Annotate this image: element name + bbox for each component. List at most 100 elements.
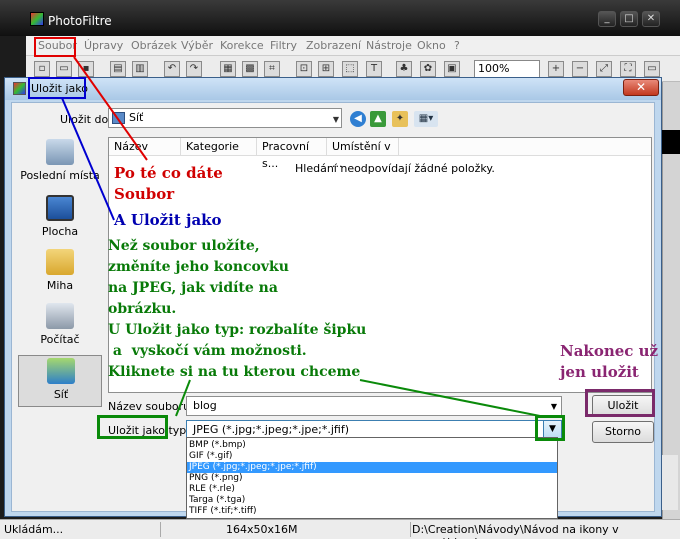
annotation-green-line-4: obrázku.: [108, 301, 177, 317]
annotation-green-line-2: změníte jeho koncovku: [108, 259, 289, 275]
new-file-icon[interactable]: ▫: [34, 61, 50, 77]
place-network[interactable]: Síť: [18, 355, 102, 407]
open-folder-icon[interactable]: ▭: [56, 61, 72, 77]
location-value: Síť: [129, 111, 144, 124]
dialog-close-button[interactable]: ✕: [623, 79, 659, 96]
user-folder-icon: [46, 249, 74, 275]
annotation-green-line-5: U Uložit jako typ: rozbalíte šipku: [108, 322, 367, 338]
status-divider: [410, 522, 411, 537]
annotation-green-line-7: Kliknete si na tu kterou chceme: [108, 364, 361, 380]
dialog-app-icon: [13, 82, 26, 95]
status-divider: [160, 522, 161, 537]
zoom-in-icon[interactable]: +: [548, 61, 564, 77]
computer-icon: [46, 303, 74, 329]
option-rle[interactable]: RLE (*.rle): [187, 484, 557, 495]
highlight-filetype-label-box: [97, 415, 168, 439]
location-combobox[interactable]: Síť ▼: [108, 108, 342, 128]
status-text: Ukládám...: [4, 523, 64, 536]
back-icon[interactable]: ◀: [350, 111, 366, 127]
browser-icon[interactable]: ▣: [444, 61, 460, 77]
app-titlebar: PhotoFiltre _ □ ✕: [0, 0, 680, 36]
filename-input[interactable]: blog ▼: [186, 396, 562, 416]
annotation-green-line-3: na JPEG, jak vidíte na: [108, 280, 278, 296]
menu-vyber[interactable]: Výběr: [181, 39, 213, 52]
file-path-readout: D:\Creation\Návody\Návod na ikony v menu…: [412, 523, 619, 539]
redo-icon[interactable]: ↷: [186, 61, 202, 77]
place-computer[interactable]: Počítač: [18, 301, 102, 353]
canvas-preview: [660, 130, 680, 154]
annotation-purple-line-2: jen uložit: [560, 363, 639, 381]
chevron-down-icon[interactable]: ▼: [333, 111, 339, 129]
status-bar: Ukládám... 164x50x16M D:\Creation\Návody…: [0, 519, 680, 539]
image-size-icon[interactable]: ⊡: [296, 61, 312, 77]
menu-filtry[interactable]: Filtry: [270, 39, 297, 52]
annotation-purple-line-1: Nakonec už: [560, 342, 659, 360]
app-close-button[interactable]: ✕: [642, 11, 660, 27]
menu-zobrazeni[interactable]: Zobrazení: [306, 39, 361, 52]
menu-upravy[interactable]: Úpravy: [84, 39, 123, 52]
menu-obrazek[interactable]: Obrázek: [131, 39, 177, 52]
place-label: Síť: [53, 388, 69, 401]
crop-icon[interactable]: ⌗: [264, 61, 280, 77]
column-headers: Název Kategorie Pracovní s... Umístění v…: [109, 138, 651, 170]
menu-help[interactable]: ?: [454, 39, 460, 52]
new-folder-icon[interactable]: ✦: [392, 111, 408, 127]
column-workspace[interactable]: Pracovní s...: [257, 138, 327, 170]
option-targa[interactable]: Targa (*.tga): [187, 495, 557, 506]
network-small-icon: [112, 112, 125, 124]
place-label: Poslední místa: [20, 169, 100, 182]
minimize-button[interactable]: _: [598, 11, 616, 27]
canvas-size-icon[interactable]: ⊞: [318, 61, 334, 77]
save-icon[interactable]: ▪: [78, 61, 94, 77]
zoom-out-icon[interactable]: −: [572, 61, 588, 77]
empty-message: Hledání neodpovídají žádné položky.: [295, 162, 495, 175]
place-recent[interactable]: Poslední místa: [18, 137, 102, 189]
chevron-down-icon[interactable]: ▼: [551, 398, 557, 416]
cancel-button[interactable]: Storno: [592, 421, 654, 443]
zoom-combobox[interactable]: 100%: [474, 60, 540, 78]
view-menu-icon[interactable]: ▦▾: [414, 111, 438, 127]
print-icon[interactable]: ▤: [110, 61, 126, 77]
column-category[interactable]: Kategorie: [181, 138, 257, 156]
effect-icon[interactable]: ✿: [420, 61, 436, 77]
up-folder-icon[interactable]: ▲: [370, 111, 386, 127]
place-user[interactable]: Miha: [18, 247, 102, 299]
copy-icon[interactable]: ▦: [220, 61, 236, 77]
place-desktop[interactable]: Plocha: [18, 193, 102, 245]
app-title: PhotoFiltre: [48, 14, 112, 28]
menu-nastroje[interactable]: Nástroje: [366, 39, 412, 52]
column-name[interactable]: Název: [109, 138, 181, 156]
column-location[interactable]: Umístění v ...: [327, 138, 399, 170]
stamp-icon[interactable]: ♣: [396, 61, 412, 77]
option-gif[interactable]: GIF (*.gif): [187, 451, 557, 462]
selection-icon[interactable]: ⬚: [342, 61, 358, 77]
places-bar: Poslední místa Plocha Miha Počítač Síť: [18, 137, 104, 477]
place-label: Počítač: [40, 333, 80, 346]
menu-korekce[interactable]: Korekce: [220, 39, 264, 52]
filetype-value: JPEG (*.jpg;*.jpeg;*.jpe;*.jfif): [193, 423, 350, 436]
highlight-soubor-box: [34, 37, 76, 57]
palette-icon[interactable]: ▩: [242, 61, 258, 77]
option-jpeg[interactable]: JPEG (*.jpg;*.jpeg;*.jpe;*.jfif): [187, 462, 557, 473]
annotation-green-line-6: a vyskočí vám možnosti.: [108, 343, 307, 359]
maximize-button[interactable]: □: [620, 11, 638, 27]
place-label: Miha: [46, 279, 74, 292]
scan-icon[interactable]: ▥: [132, 61, 148, 77]
undo-icon[interactable]: ↶: [164, 61, 180, 77]
option-tiff[interactable]: TIFF (*.tif;*.tiff): [187, 506, 557, 517]
text-icon[interactable]: T: [366, 61, 382, 77]
monitor-icon[interactable]: ▭: [644, 61, 660, 77]
option-png[interactable]: PNG (*.png): [187, 473, 557, 484]
recent-places-icon: [46, 139, 74, 165]
annotation-red-line-1: Po té co dáte: [114, 164, 223, 182]
option-bmp[interactable]: BMP (*.bmp): [187, 440, 557, 451]
filetype-options-list[interactable]: BMP (*.bmp) GIF (*.gif) JPEG (*.jpg;*.jp…: [186, 437, 558, 519]
network-icon: [47, 358, 75, 384]
menu-bar: Soubor Úpravy Obrázek Výběr Korekce Filt…: [26, 36, 680, 56]
menu-okno[interactable]: Okno: [417, 39, 446, 52]
full-screen-icon[interactable]: ⛶: [620, 61, 636, 77]
fit-window-icon[interactable]: ⤢: [596, 61, 612, 77]
annotation-blue: A Uložit jako: [114, 211, 222, 229]
image-size-readout: 164x50x16M: [226, 523, 298, 536]
annotation-green-line-1: Než soubor uložíte,: [108, 238, 260, 254]
